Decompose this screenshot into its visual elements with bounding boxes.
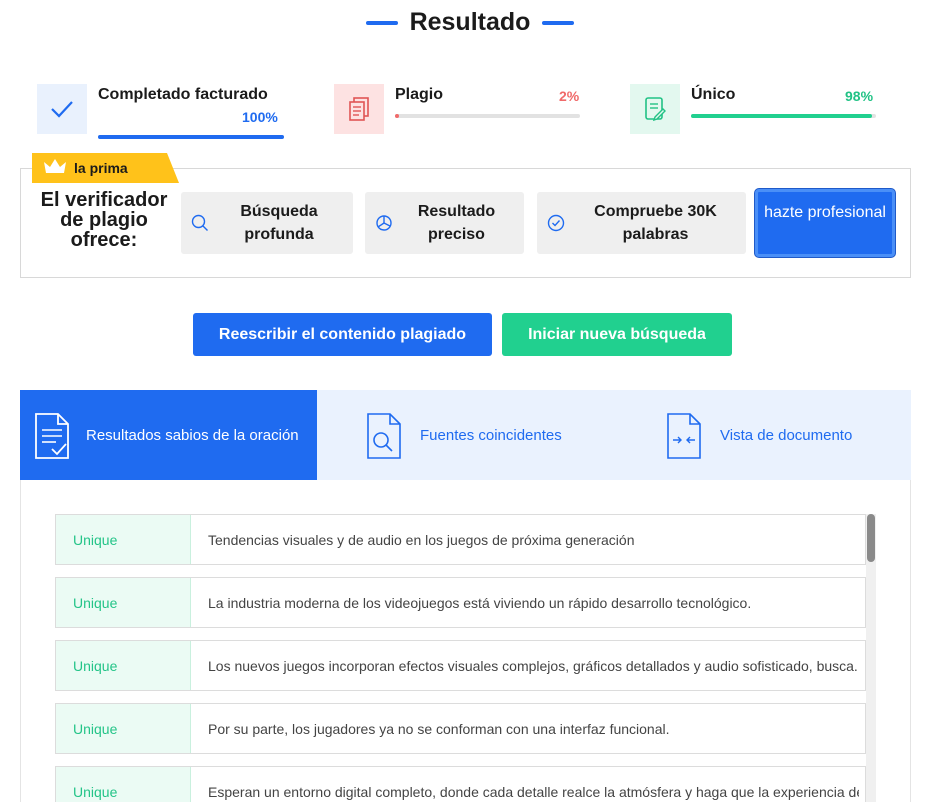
stat-unique-bar <box>691 114 876 118</box>
stat-completed-value: 100% <box>242 109 278 125</box>
document-edit-icon <box>630 84 680 134</box>
status-badge: Unique <box>56 578 191 627</box>
sentence-text: Tendencias visuales y de audio en los ju… <box>208 531 635 548</box>
feature-accurate-result-label: Resultado preciso <box>417 203 496 243</box>
crown-icon <box>42 157 68 180</box>
feature-check-words-label: Compruebe 30K palabras <box>594 203 717 243</box>
result-row: Unique Tendencias visuales y de audio en… <box>55 514 866 565</box>
result-row: Unique Por su parte, los jugadores ya no… <box>55 703 866 754</box>
stat-plagiarism-bar <box>395 114 580 118</box>
title-decoration-right <box>542 20 575 25</box>
go-pro-button[interactable]: hazte profesional <box>755 189 895 257</box>
status-badge: Unique <box>56 515 191 564</box>
tab-matching-sources-label: Fuentes coincidentes <box>420 427 562 444</box>
stat-plagiarism-bar-fill <box>395 114 399 118</box>
document-search-icon <box>364 412 404 465</box>
stat-unique-value: 98% <box>845 88 874 104</box>
title-decoration-left <box>365 20 398 25</box>
check-icon <box>37 84 87 134</box>
status-badge: Unique <box>56 641 191 690</box>
premium-badge-label: la prima <box>74 160 128 176</box>
page-title: Resultado <box>409 8 531 36</box>
rewrite-plagiarized-button[interactable]: Reescribir el contenido plagiado <box>193 313 492 356</box>
status-badge: Unique <box>56 704 191 753</box>
stat-plagiarism-value: 2% <box>559 88 580 104</box>
results-tabs: Resultados sabios de la oración Fuentes … <box>20 390 911 480</box>
stat-unique-label: Único <box>691 86 736 103</box>
feature-accurate-result: Resultado preciso <box>365 192 524 254</box>
result-row: Unique Los nuevos juegos incorporan efec… <box>55 640 866 691</box>
premium-offer-title: El verificador de plagio ofrece: <box>40 189 168 251</box>
document-copy-icon <box>334 84 384 134</box>
feature-deep-search: Búsqueda profunda <box>181 192 353 254</box>
result-row: Unique Esperan un entorno digital comple… <box>55 766 866 802</box>
check-circle-icon <box>547 214 565 232</box>
document-check-icon <box>32 412 72 465</box>
sentence-text: Los nuevos juegos incorporan efectos vis… <box>208 657 859 674</box>
tab-sentence-results-label: Resultados sabios de la oración <box>86 427 299 444</box>
feature-check-words: Compruebe 30K palabras <box>537 192 746 254</box>
stat-unique-bar-fill <box>691 114 873 118</box>
premium-badge: la prima <box>32 153 179 183</box>
stat-plagiarism: Plagio 2% <box>334 84 584 140</box>
status-badge: Unique <box>56 767 191 802</box>
tab-sentence-results[interactable]: Resultados sabios de la oración <box>20 390 317 480</box>
result-header: Resultado <box>0 8 940 37</box>
stat-completed-bar-fill <box>98 135 284 139</box>
tab-document-view[interactable]: Vista de documento <box>614 390 911 480</box>
new-search-button[interactable]: Iniciar nueva búsqueda <box>502 313 732 356</box>
scrollbar-thumb[interactable] <box>867 514 875 562</box>
results-scrollbar[interactable] <box>866 514 876 802</box>
tab-document-view-label: Vista de documento <box>720 427 853 444</box>
stat-completed: Completado facturado 100% <box>37 84 287 140</box>
feature-deep-search-label: Búsqueda profunda <box>240 203 318 243</box>
sentence-text: Esperan un entorno digital completo, don… <box>208 783 859 800</box>
tab-matching-sources[interactable]: Fuentes coincidentes <box>317 390 614 480</box>
stat-plagiarism-label: Plagio <box>395 86 444 103</box>
document-compare-icon <box>664 412 704 465</box>
stat-completed-bar <box>98 135 284 139</box>
stat-unique: Único 98% <box>630 84 880 140</box>
result-row: Unique La industria moderna de los video… <box>55 577 866 628</box>
stat-completed-label: Completado facturado <box>98 86 268 103</box>
sentence-text: La industria moderna de los videojuegos … <box>208 594 752 611</box>
sentence-text: Por su parte, los jugadores ya no se con… <box>208 720 670 737</box>
